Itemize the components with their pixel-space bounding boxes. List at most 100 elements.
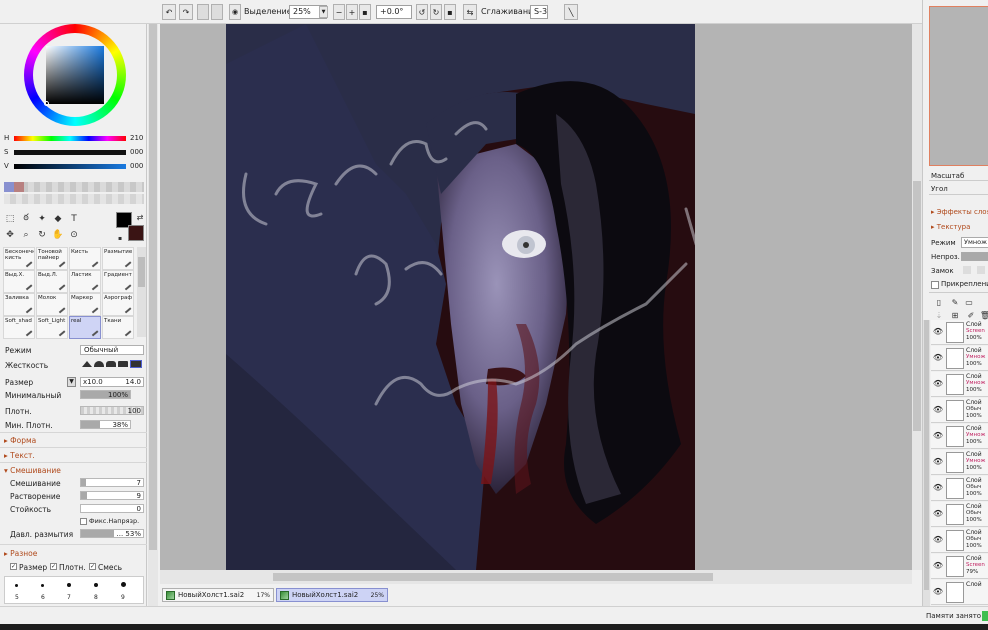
layer-list-scrollbar[interactable] xyxy=(923,320,930,606)
brush-grid-scrollbar[interactable] xyxy=(137,247,146,337)
brush-item[interactable]: Размытие xyxy=(102,247,134,270)
left-panel-scrollbar[interactable] xyxy=(148,0,158,606)
form-section[interactable]: ▸ Форма xyxy=(4,436,36,445)
v-slider[interactable] xyxy=(14,164,126,169)
h-slider[interactable] xyxy=(14,136,126,141)
persistence-slider[interactable]: 0 xyxy=(80,504,144,513)
zoom-reset-icon[interactable]: ▪ xyxy=(359,4,371,20)
layer-item[interactable]: 👁 Слой Обыч 100% xyxy=(931,502,988,527)
hardness-options[interactable] xyxy=(80,359,144,369)
blur-slider[interactable]: ... 53% xyxy=(80,529,144,538)
doc-tab-2[interactable]: НовыйХолст1.sai2 25% xyxy=(276,588,388,602)
redo-icon[interactable]: ↷ xyxy=(179,4,193,20)
brush-item[interactable]: Тоновой пайнер xyxy=(36,247,68,270)
brush-item[interactable]: Молок xyxy=(36,293,68,316)
scratch-pad[interactable] xyxy=(4,194,144,204)
density-checkbox[interactable]: ✓ xyxy=(50,563,57,570)
canvas-vertical-scrollbar[interactable] xyxy=(912,24,922,570)
secondary-color-swatch[interactable] xyxy=(128,225,144,241)
color-history[interactable] xyxy=(4,182,144,192)
layer-item[interactable]: 👁 Слой Умнож 100% xyxy=(931,372,988,397)
eye-icon[interactable]: 👁 xyxy=(933,326,943,336)
deselect-icon[interactable] xyxy=(197,4,209,20)
rect-select-icon[interactable]: ⬚ xyxy=(4,213,16,225)
size-dropdown-icon[interactable]: ▼ xyxy=(67,377,76,387)
texture-section[interactable]: ▸ Текст. xyxy=(4,451,35,460)
fix-checkbox[interactable] xyxy=(80,518,87,525)
eye-icon[interactable]: 👁 xyxy=(933,560,943,570)
clip-checkbox[interactable] xyxy=(931,281,939,289)
lasso-icon[interactable]: ఠ xyxy=(20,213,32,225)
text-tool-icon[interactable]: T xyxy=(68,213,80,225)
size-dot[interactable] xyxy=(15,584,18,587)
artwork[interactable] xyxy=(226,24,695,570)
size-field[interactable]: x10.0 14.0 xyxy=(80,377,144,387)
eye-icon[interactable]: 👁 xyxy=(933,534,943,544)
canvas-horizontal-scrollbar[interactable] xyxy=(160,570,912,584)
reset-colors-icon[interactable]: ▪ xyxy=(114,232,126,244)
layer-item[interactable]: 👁 Слой Обыч 100% xyxy=(931,528,988,553)
eye-icon[interactable]: 👁 xyxy=(933,430,943,440)
sv-square[interactable] xyxy=(46,46,104,104)
layer-item[interactable]: 👁 Слой Умнож 100% xyxy=(931,450,988,475)
move-icon[interactable]: ✥ xyxy=(4,229,16,241)
brush-item[interactable]: Выд.Х. xyxy=(3,270,35,293)
mixing-slider[interactable]: 7 xyxy=(80,478,144,487)
mode-select[interactable]: Обычный xyxy=(80,345,144,355)
layer-item[interactable]: 👁 Слой xyxy=(931,580,988,605)
zoom-icon[interactable]: ⌕ xyxy=(20,229,32,241)
brush-item[interactable]: Soft_shad xyxy=(3,316,35,339)
new-folder-icon[interactable]: ▭ xyxy=(963,296,975,308)
size-dot[interactable] xyxy=(41,584,44,587)
zoom-out-icon[interactable]: − xyxy=(333,4,345,20)
layer-item[interactable]: 👁 Слой Обыч 100% xyxy=(931,476,988,501)
doc-tab-1[interactable]: НовыйХолст1.sai2 17% xyxy=(162,588,274,602)
brush-item[interactable]: Градиент xyxy=(102,270,134,293)
canvas-area[interactable] xyxy=(160,24,912,570)
new-vector-layer-icon[interactable]: ✎ xyxy=(949,296,961,308)
rotation-field[interactable]: +0.0° xyxy=(376,5,412,19)
eye-icon[interactable]: 👁 xyxy=(933,352,943,362)
lock-transparency-icon[interactable] xyxy=(963,266,971,274)
navigator-preview[interactable] xyxy=(929,6,988,166)
layer-item[interactable]: 👁 Слой Screen 79% xyxy=(931,554,988,579)
invert-select-icon[interactable] xyxy=(211,4,223,20)
size-checkbox[interactable]: ✓ xyxy=(10,563,17,570)
min-size-slider[interactable]: 100% xyxy=(80,390,131,399)
s-slider[interactable] xyxy=(14,150,126,155)
brush-item[interactable]: Маркер xyxy=(69,293,101,316)
dilution-slider[interactable]: 9 xyxy=(80,491,144,500)
brush-item[interactable]: Бесконечная кисть xyxy=(3,247,35,270)
min-density-slider[interactable]: 38% xyxy=(80,420,131,429)
brush-size-presets[interactable]: 5 6 7 8 9 xyxy=(4,576,144,604)
brush-item[interactable]: Ластик xyxy=(69,270,101,293)
bucket-select-icon[interactable]: ◆ xyxy=(52,213,64,225)
color-wheel[interactable] xyxy=(24,24,126,126)
brush-item[interactable]: Ткани xyxy=(102,316,134,339)
blend-mode-select[interactable]: Умнож xyxy=(961,237,988,248)
brush-item[interactable]: Кисть xyxy=(69,247,101,270)
rotate-right-icon[interactable]: ↻ xyxy=(430,4,442,20)
hand-icon[interactable]: ✋ xyxy=(52,229,64,241)
mixing-section[interactable]: ▾ Смешивание xyxy=(4,466,61,475)
selection-eye-icon[interactable]: ◉ xyxy=(229,4,241,20)
lock-paint-icon[interactable] xyxy=(977,266,985,274)
layer-effects-section[interactable]: ▸ Эффекты слоя xyxy=(931,208,988,216)
straight-line-icon[interactable]: ╲ xyxy=(564,4,578,20)
layer-item[interactable]: 👁 Слой Умнож 100% xyxy=(931,424,988,449)
eyedropper-icon[interactable]: ⊙ xyxy=(68,229,80,241)
rotate-icon[interactable]: ↻ xyxy=(36,229,48,241)
rotate-reset-icon[interactable]: ▪ xyxy=(444,4,456,20)
eye-icon[interactable]: 👁 xyxy=(933,378,943,388)
zoom-dropdown-icon[interactable]: ▼ xyxy=(319,6,328,18)
magic-wand-icon[interactable]: ✦ xyxy=(36,213,48,225)
smoothing-field[interactable]: S-3 xyxy=(530,5,548,19)
undo-icon[interactable]: ↶ xyxy=(162,4,176,20)
size-dot[interactable] xyxy=(67,583,71,587)
eye-icon[interactable]: 👁 xyxy=(933,482,943,492)
eye-icon[interactable]: 👁 xyxy=(933,586,943,596)
brush-item[interactable]: Soft_Light xyxy=(36,316,68,339)
layer-item[interactable]: 👁 Слой Умнож 100% xyxy=(931,346,988,371)
mix-checkbox[interactable]: ✓ xyxy=(89,563,96,570)
opacity-slider[interactable] xyxy=(961,252,988,261)
